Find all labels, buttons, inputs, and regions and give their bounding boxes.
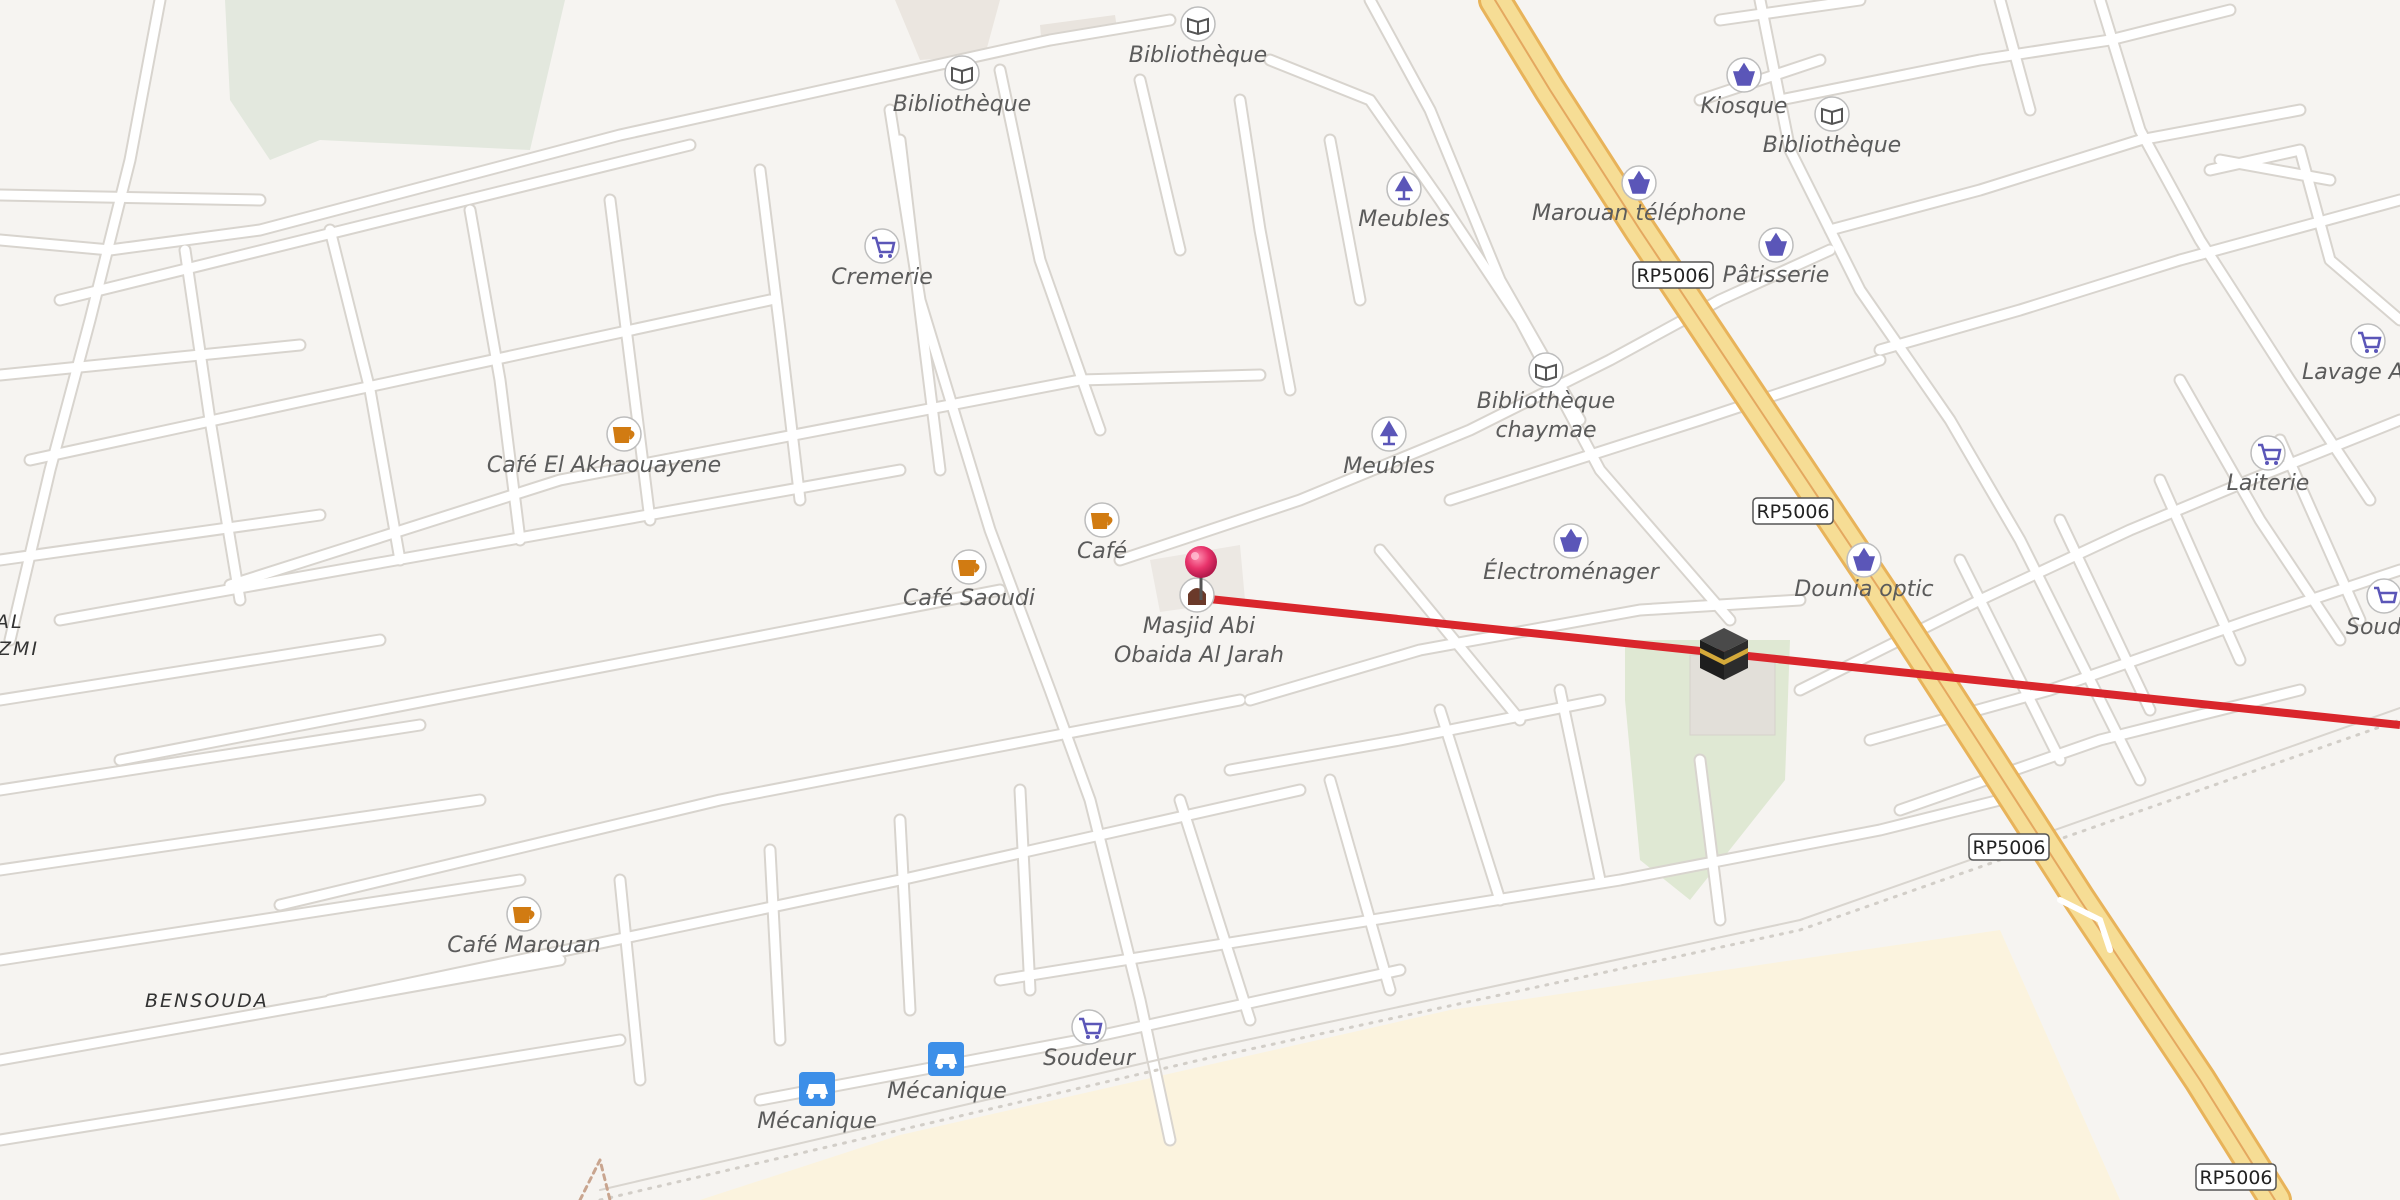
road-shield: RP5006 [1752,497,1834,525]
poi-label: Pâtisserie [1723,263,1830,288]
poi-label: Bibliothèque [1477,389,1615,414]
road-shield-label: RP5006 [1636,265,1709,287]
poi-label-line2: Obaida Al Jarah [1114,643,1284,668]
poi-label: Meubles [1343,454,1435,479]
poi-label: Café Saoudi [903,586,1035,611]
road-shield: RP5006 [1968,833,2050,861]
poi-label: Bibliothèque [1763,133,1901,158]
poi-label: Bibliothèque [1129,43,1267,68]
road-shield: RP5006 [1632,261,1714,289]
poi-label-line2: chaymae [1496,418,1597,443]
poi-label: Café [1077,539,1127,564]
road-shield-label: RP5006 [1972,837,2045,859]
road-shield-label: RP5006 [2199,1167,2272,1189]
poi-label: Kiosque [1701,94,1788,119]
poi-label: Bibliothèque [893,92,1031,117]
poi-label: Laiterie [2227,471,2310,496]
poi-label: Mécanique [757,1109,877,1134]
poi-label: Café El Akhaouayene [487,453,721,478]
poi-label: Électroménager [1483,559,1661,585]
district-label: AL [0,611,24,633]
green-area-north [225,0,565,160]
road-shield-label: RP5006 [1756,501,1829,523]
poi-label: Meubles [1358,207,1450,232]
poi-label: Marouan téléphone [1532,201,1746,226]
poi-label: Café Marouan [447,933,600,958]
poi-label: Soudeur [1043,1046,1137,1071]
poi-label: Lavage Au [2302,360,2400,385]
district-label: ZMI [0,638,39,660]
poi-label: Mécanique [887,1079,1007,1104]
map-canvas[interactable]: BENSOUDA AL ZMI RP5006 RP5006 RP5006 RP5… [0,0,2400,1200]
poi-label: Cremerie [831,265,933,290]
road-shield: RP5006 [2195,1163,2277,1191]
poi-label: Soude [2346,615,2400,640]
poi-label: Dounia optic [1794,577,1933,602]
poi-label: Masjid Abi [1143,614,1255,639]
district-label: BENSOUDA [145,990,269,1012]
